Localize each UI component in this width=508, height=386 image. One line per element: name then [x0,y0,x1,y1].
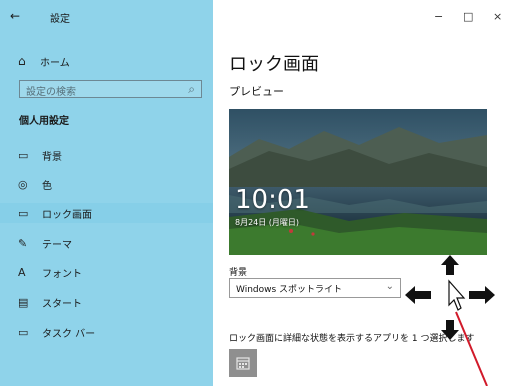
sidebar-item-label: テーマ [42,239,72,251]
sidebar-item-home[interactable]: ⌂ ホーム [18,52,70,70]
arrow-right-icon [469,286,495,304]
app-title: 設定 [50,14,70,25]
sidebar-item-background[interactable]: ▭ 背景 [18,146,62,164]
sidebar-item-start[interactable]: ▤ スタート [18,293,82,311]
section-title: 個人用設定 [19,116,69,127]
sidebar-item-label: 背景 [42,151,62,163]
preview-clock: 10:01 [235,185,310,215]
sidebar: ← 設定 ⌂ ホーム 設定の検索 ⌕ 個人用設定 ▭ 背景 ◎ 色 ▭ ロック画… [0,0,213,386]
image-icon: ▭ [18,148,29,162]
detail-status-label: ロック画面に詳細な状態を表示するアプリを 1 つ選択します [229,334,475,344]
search-icon: ⌕ [188,82,195,96]
lock-screen-icon: ▭ [18,206,29,220]
search-input[interactable]: 設定の検索 ⌕ [19,80,202,98]
home-icon: ⌂ [18,54,26,68]
minimize-button[interactable]: − [434,10,443,23]
close-button[interactable]: × [493,10,502,23]
arrow-up-icon [441,255,459,275]
sidebar-item-label: ホーム [40,57,70,69]
annotation-line [455,311,488,386]
sidebar-item-colors[interactable]: ◎ 色 [18,175,52,193]
chevron-down-icon: ⌄ [385,281,394,292]
preview-date: 8月24日 (月曜日) [235,218,300,227]
lock-screen-preview: 10:01 8月24日 (月曜日) [229,109,487,255]
sidebar-item-themes[interactable]: ✎ テーマ [18,234,72,252]
background-dropdown-value: Windows スポットライト [236,285,343,295]
palette-icon: ◎ [18,177,28,191]
search-placeholder: 設定の検索 [26,87,76,98]
sidebar-item-label: フォント [42,268,82,280]
maximize-button[interactable]: □ [463,10,473,23]
sidebar-item-lock-screen[interactable]: ▭ ロック画面 [18,204,92,222]
sidebar-item-label: ロック画面 [42,209,92,221]
detail-app-button[interactable] [229,349,257,377]
cursor-icon [448,279,466,311]
calendar-icon [236,357,250,370]
theme-icon: ✎ [18,236,28,250]
background-dropdown[interactable]: Windows スポットライト ⌄ [229,278,401,298]
sidebar-title-bar: ← 設定 [0,0,213,34]
font-icon: A [18,265,26,279]
sidebar-item-taskbar[interactable]: ▭ タスク バー [18,323,95,341]
settings-window: ← 設定 ⌂ ホーム 設定の検索 ⌕ 個人用設定 ▭ 背景 ◎ 色 ▭ ロック画… [0,0,508,386]
sidebar-item-fonts[interactable]: A フォント [18,263,82,281]
sidebar-item-label: タスク バー [42,328,96,340]
arrow-left-icon [405,286,431,304]
page-title: ロック画面 [229,54,319,75]
preview-landscape-image [229,109,487,255]
back-icon[interactable]: ← [10,9,20,23]
sidebar-item-label: 色 [42,180,52,192]
sidebar-item-label: スタート [42,298,82,310]
taskbar-icon: ▭ [18,325,29,339]
start-icon: ▤ [18,295,29,309]
background-label: 背景 [229,268,248,278]
preview-label: プレビュー [229,85,284,98]
